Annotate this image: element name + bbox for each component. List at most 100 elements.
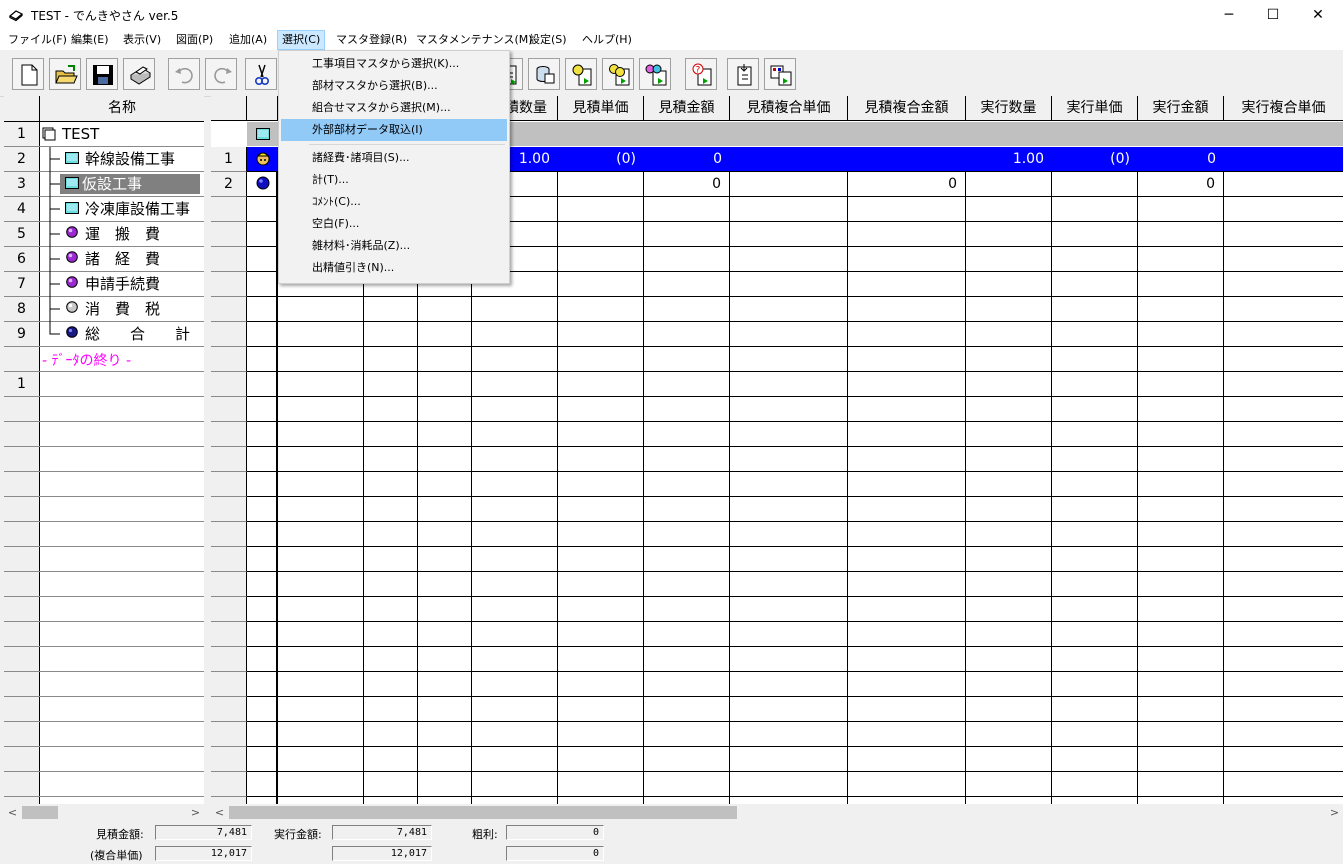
grid-cell[interactable]: [644, 372, 730, 397]
grid-cell[interactable]: [418, 622, 472, 647]
grid-cell[interactable]: [247, 747, 278, 772]
tool-button-6[interactable]: ?: [685, 58, 717, 90]
menu-item-total[interactable]: 計(T)...: [281, 169, 507, 191]
grid-cell[interactable]: [1052, 647, 1138, 672]
tree-row-empty[interactable]: [4, 647, 204, 672]
grid-cell[interactable]: [966, 797, 1052, 804]
grid-cell[interactable]: [730, 622, 848, 647]
undo-button[interactable]: [168, 58, 200, 90]
grid-cell[interactable]: [558, 322, 644, 347]
grid-cell[interactable]: [1224, 522, 1343, 547]
grid-cell[interactable]: [966, 397, 1052, 422]
grid-cell[interactable]: [418, 347, 472, 372]
grid-cell[interactable]: [278, 797, 364, 804]
grid-cell[interactable]: [247, 547, 278, 572]
print-button[interactable]: [123, 58, 155, 90]
grid-cell[interactable]: [644, 522, 730, 547]
grid-cell[interactable]: [848, 372, 966, 397]
grid-cell[interactable]: [278, 497, 364, 522]
tree-row-empty[interactable]: [4, 622, 204, 647]
grid-cell[interactable]: [848, 747, 966, 772]
tree-row-empty[interactable]: [4, 597, 204, 622]
scroll-thumb[interactable]: [22, 806, 58, 819]
grid-cell[interactable]: [558, 422, 644, 447]
grid-cell[interactable]: [558, 522, 644, 547]
grid-cell[interactable]: [364, 772, 418, 797]
column-header-actual-unit-price[interactable]: 実行単価: [1052, 96, 1138, 121]
grid-cell[interactable]: 0: [644, 172, 730, 197]
grid-cell[interactable]: [278, 372, 364, 397]
tree-row-empty[interactable]: [4, 572, 204, 597]
grid-cell[interactable]: [730, 522, 848, 547]
grid-cell[interactable]: [966, 772, 1052, 797]
grid-cell[interactable]: [1052, 697, 1138, 722]
grid-cell[interactable]: [1224, 497, 1343, 522]
grid-cell[interactable]: 1.00: [966, 147, 1052, 172]
grid-cell[interactable]: [966, 697, 1052, 722]
grid-cell[interactable]: [558, 397, 644, 422]
grid-cell[interactable]: [558, 247, 644, 272]
grid-cell[interactable]: [364, 522, 418, 547]
grid-cell[interactable]: [1138, 322, 1224, 347]
column-header-estimate-composite-amount[interactable]: 見積複合金額: [848, 96, 966, 121]
grid-cell[interactable]: [1224, 247, 1343, 272]
grid-cell[interactable]: [472, 322, 558, 347]
grid-cell[interactable]: [278, 472, 364, 497]
grid-cell[interactable]: [966, 597, 1052, 622]
grid-cell[interactable]: [472, 522, 558, 547]
grid-cell[interactable]: [1138, 747, 1224, 772]
tree-row[interactable]: 8 消 費 税: [4, 297, 204, 322]
menu-item-comment[interactable]: ｺﾒﾝﾄ(C)...: [281, 191, 507, 213]
grid-row-number[interactable]: [211, 322, 247, 347]
column-header-actual-composite-unit[interactable]: 実行複合単価: [1224, 96, 1343, 121]
grid-cell[interactable]: [418, 697, 472, 722]
grid-cell[interactable]: [1224, 572, 1343, 597]
grid-cell[interactable]: [1052, 472, 1138, 497]
grid-cell[interactable]: [418, 297, 472, 322]
grid-cell[interactable]: [558, 597, 644, 622]
grid-cell[interactable]: [644, 597, 730, 622]
grid-cell[interactable]: [730, 547, 848, 572]
grid-cell[interactable]: [418, 772, 472, 797]
grid-cell[interactable]: [278, 297, 364, 322]
grid-cell[interactable]: [848, 247, 966, 272]
grid-cell[interactable]: [1052, 422, 1138, 447]
grid-cell[interactable]: [1138, 647, 1224, 672]
grid-cell[interactable]: [1052, 572, 1138, 597]
grid-cell[interactable]: [848, 347, 966, 372]
menu-help[interactable]: ヘルプ(H): [578, 30, 636, 50]
grid-cell[interactable]: [364, 647, 418, 672]
tree-row-empty[interactable]: [4, 772, 204, 797]
grid-cell[interactable]: [1138, 522, 1224, 547]
grid-cell[interactable]: [472, 497, 558, 522]
grid-cell[interactable]: [364, 572, 418, 597]
save-button[interactable]: [86, 58, 118, 90]
grid-cell[interactable]: [730, 247, 848, 272]
grid-cell[interactable]: [558, 722, 644, 747]
grid-cell[interactable]: [558, 447, 644, 472]
open-button[interactable]: [49, 58, 81, 90]
grid-cell[interactable]: [278, 672, 364, 697]
grid-cell[interactable]: [966, 522, 1052, 547]
grid-cell[interactable]: (0): [1052, 147, 1138, 172]
grid-cell[interactable]: [1138, 197, 1224, 222]
grid-cell[interactable]: [966, 497, 1052, 522]
grid-cell[interactable]: [644, 672, 730, 697]
menu-add[interactable]: 追加(A): [225, 30, 271, 50]
grid-cell[interactable]: [1138, 672, 1224, 697]
grid-cell[interactable]: [418, 322, 472, 347]
grid-cell[interactable]: [364, 722, 418, 747]
grid-cell[interactable]: [418, 372, 472, 397]
grid-cell[interactable]: [644, 572, 730, 597]
grid-row-number[interactable]: 2: [211, 172, 247, 197]
grid-cell[interactable]: [1138, 547, 1224, 572]
menu-item-overhead[interactable]: 諸経費･諸項目(S)...: [281, 147, 507, 169]
grid-cell[interactable]: [966, 747, 1052, 772]
grid-cell[interactable]: [472, 672, 558, 697]
grid-cell[interactable]: [247, 647, 278, 672]
grid-cell[interactable]: [644, 772, 730, 797]
grid-cell[interactable]: [558, 647, 644, 672]
grid-cell[interactable]: [848, 497, 966, 522]
grid-cell[interactable]: [1138, 422, 1224, 447]
grid-row-number[interactable]: [211, 597, 247, 622]
